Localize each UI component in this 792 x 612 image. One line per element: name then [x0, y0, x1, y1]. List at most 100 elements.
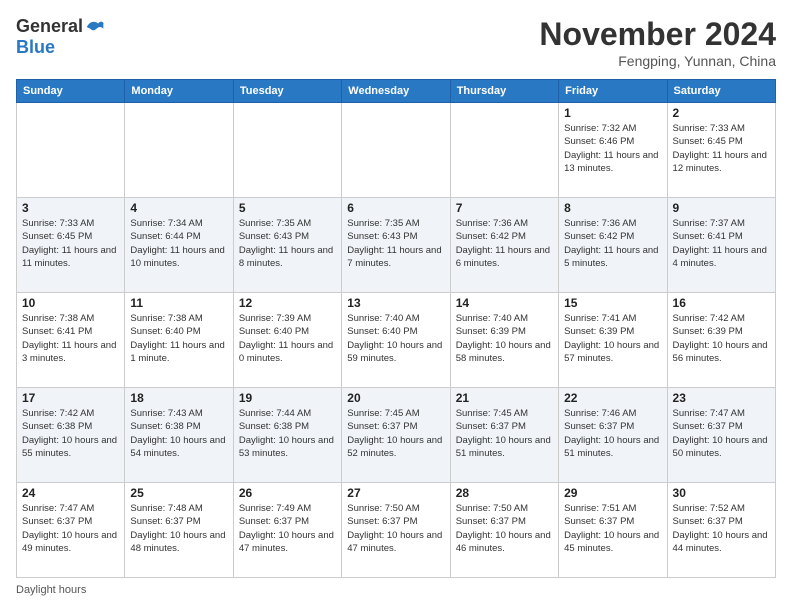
table-row: 30 Sunrise: 7:52 AM Sunset: 6:37 PM Dayli…: [667, 483, 775, 578]
day-number: 14: [456, 296, 553, 310]
table-row: 27 Sunrise: 7:50 AM Sunset: 6:37 PM Dayli…: [342, 483, 450, 578]
daylight-label: Daylight hours: [16, 584, 86, 596]
day-info: Sunrise: 7:43 AM Sunset: 6:38 PM Dayligh…: [130, 407, 227, 460]
day-info: Sunrise: 7:41 AM Sunset: 6:39 PM Dayligh…: [564, 312, 661, 365]
day-number: 27: [347, 486, 444, 500]
table-row: 8 Sunrise: 7:36 AM Sunset: 6:42 PM Daylig…: [559, 198, 667, 293]
day-info: Sunrise: 7:42 AM Sunset: 6:39 PM Dayligh…: [673, 312, 770, 365]
table-row: 10 Sunrise: 7:38 AM Sunset: 6:41 PM Dayli…: [17, 293, 125, 388]
day-info: Sunrise: 7:40 AM Sunset: 6:39 PM Dayligh…: [456, 312, 553, 365]
day-number: 9: [673, 201, 770, 215]
footer: Daylight hours: [16, 584, 776, 596]
table-row: 7 Sunrise: 7:36 AM Sunset: 6:42 PM Daylig…: [450, 198, 558, 293]
calendar-week-row: 3Sunrise: 7:33 AM Sunset: 6:45 PM Daylig…: [17, 198, 776, 293]
calendar-week-row: 1Sunrise: 7:32 AM Sunset: 6:46 PM Daylig…: [17, 103, 776, 198]
table-row: [17, 103, 125, 198]
day-number: 12: [239, 296, 336, 310]
table-row: 5Sunrise: 7:35 AM Sunset: 6:43 PM Daylig…: [233, 198, 341, 293]
day-number: 25: [130, 486, 227, 500]
table-row: 4 Sunrise: 7:34 AM Sunset: 6:44 PM Daylig…: [125, 198, 233, 293]
table-row: 29 Sunrise: 7:51 AM Sunset: 6:37 PM Dayli…: [559, 483, 667, 578]
day-number: 21: [456, 391, 553, 405]
day-info: Sunrise: 7:34 AM Sunset: 6:44 PM Dayligh…: [130, 217, 227, 270]
day-info: Sunrise: 7:36 AM Sunset: 6:42 PM Dayligh…: [456, 217, 553, 270]
col-sunday: Sunday: [17, 80, 125, 103]
table-row: 22Sunrise: 7:46 AM Sunset: 6:37 PM Dayli…: [559, 388, 667, 483]
logo: General Blue: [16, 16, 105, 58]
day-info: Sunrise: 7:36 AM Sunset: 6:42 PM Dayligh…: [564, 217, 661, 270]
table-row: 25 Sunrise: 7:48 AM Sunset: 6:37 PM Dayli…: [125, 483, 233, 578]
col-saturday: Saturday: [667, 80, 775, 103]
day-number: 20: [347, 391, 444, 405]
day-number: 2: [673, 106, 770, 120]
col-thursday: Thursday: [450, 80, 558, 103]
day-info: Sunrise: 7:33 AM Sunset: 6:45 PM Dayligh…: [673, 122, 770, 175]
day-number: 13: [347, 296, 444, 310]
table-row: 21 Sunrise: 7:45 AM Sunset: 6:37 PM Dayli…: [450, 388, 558, 483]
day-number: 29: [564, 486, 661, 500]
table-row: 12Sunrise: 7:39 AM Sunset: 6:40 PM Dayli…: [233, 293, 341, 388]
table-row: 11 Sunrise: 7:38 AM Sunset: 6:40 PM Dayli…: [125, 293, 233, 388]
page: General Blue November 2024 Fengping, Yun…: [0, 0, 792, 612]
day-number: 6: [347, 201, 444, 215]
day-number: 3: [22, 201, 119, 215]
calendar-week-row: 24Sunrise: 7:47 AM Sunset: 6:37 PM Dayli…: [17, 483, 776, 578]
col-tuesday: Tuesday: [233, 80, 341, 103]
table-row: 28 Sunrise: 7:50 AM Sunset: 6:37 PM Dayli…: [450, 483, 558, 578]
calendar-header-row: Sunday Monday Tuesday Wednesday Thursday…: [17, 80, 776, 103]
day-number: 30: [673, 486, 770, 500]
day-info: Sunrise: 7:47 AM Sunset: 6:37 PM Dayligh…: [673, 407, 770, 460]
title-block: November 2024 Fengping, Yunnan, China: [539, 16, 776, 69]
table-row: 16 Sunrise: 7:42 AM Sunset: 6:39 PM Dayli…: [667, 293, 775, 388]
day-number: 4: [130, 201, 227, 215]
table-row: [233, 103, 341, 198]
day-info: Sunrise: 7:37 AM Sunset: 6:41 PM Dayligh…: [673, 217, 770, 270]
day-info: Sunrise: 7:38 AM Sunset: 6:41 PM Dayligh…: [22, 312, 119, 365]
day-info: Sunrise: 7:51 AM Sunset: 6:37 PM Dayligh…: [564, 502, 661, 555]
day-info: Sunrise: 7:50 AM Sunset: 6:37 PM Dayligh…: [347, 502, 444, 555]
day-number: 18: [130, 391, 227, 405]
day-info: Sunrise: 7:38 AM Sunset: 6:40 PM Dayligh…: [130, 312, 227, 365]
table-row: 17 Sunrise: 7:42 AM Sunset: 6:38 PM Dayli…: [17, 388, 125, 483]
table-row: 15 Sunrise: 7:41 AM Sunset: 6:39 PM Dayli…: [559, 293, 667, 388]
day-number: 16: [673, 296, 770, 310]
table-row: 14 Sunrise: 7:40 AM Sunset: 6:39 PM Dayli…: [450, 293, 558, 388]
day-number: 5: [239, 201, 336, 215]
col-friday: Friday: [559, 80, 667, 103]
day-number: 28: [456, 486, 553, 500]
day-info: Sunrise: 7:44 AM Sunset: 6:38 PM Dayligh…: [239, 407, 336, 460]
month-title: November 2024: [539, 16, 776, 53]
day-number: 26: [239, 486, 336, 500]
table-row: 26 Sunrise: 7:49 AM Sunset: 6:37 PM Dayli…: [233, 483, 341, 578]
table-row: 9 Sunrise: 7:37 AM Sunset: 6:41 PM Daylig…: [667, 198, 775, 293]
day-info: Sunrise: 7:35 AM Sunset: 6:43 PM Dayligh…: [347, 217, 444, 270]
day-number: 17: [22, 391, 119, 405]
day-number: 24: [22, 486, 119, 500]
location: Fengping, Yunnan, China: [539, 53, 776, 69]
calendar-week-row: 17 Sunrise: 7:42 AM Sunset: 6:38 PM Dayli…: [17, 388, 776, 483]
day-number: 1: [564, 106, 661, 120]
day-number: 19: [239, 391, 336, 405]
day-info: Sunrise: 7:45 AM Sunset: 6:37 PM Dayligh…: [347, 407, 444, 460]
table-row: 3Sunrise: 7:33 AM Sunset: 6:45 PM Daylig…: [17, 198, 125, 293]
day-info: Sunrise: 7:52 AM Sunset: 6:37 PM Dayligh…: [673, 502, 770, 555]
day-info: Sunrise: 7:50 AM Sunset: 6:37 PM Dayligh…: [456, 502, 553, 555]
day-number: 10: [22, 296, 119, 310]
table-row: 6 Sunrise: 7:35 AM Sunset: 6:43 PM Daylig…: [342, 198, 450, 293]
day-number: 11: [130, 296, 227, 310]
day-number: 8: [564, 201, 661, 215]
calendar: Sunday Monday Tuesday Wednesday Thursday…: [16, 79, 776, 578]
table-row: [125, 103, 233, 198]
day-number: 7: [456, 201, 553, 215]
day-info: Sunrise: 7:45 AM Sunset: 6:37 PM Dayligh…: [456, 407, 553, 460]
logo-icon: [85, 17, 105, 37]
col-monday: Monday: [125, 80, 233, 103]
table-row: 2 Sunrise: 7:33 AM Sunset: 6:45 PM Daylig…: [667, 103, 775, 198]
day-info: Sunrise: 7:48 AM Sunset: 6:37 PM Dayligh…: [130, 502, 227, 555]
day-info: Sunrise: 7:49 AM Sunset: 6:37 PM Dayligh…: [239, 502, 336, 555]
day-number: 15: [564, 296, 661, 310]
day-info: Sunrise: 7:42 AM Sunset: 6:38 PM Dayligh…: [22, 407, 119, 460]
table-row: [450, 103, 558, 198]
table-row: 13Sunrise: 7:40 AM Sunset: 6:40 PM Dayli…: [342, 293, 450, 388]
day-info: Sunrise: 7:46 AM Sunset: 6:37 PM Dayligh…: [564, 407, 661, 460]
